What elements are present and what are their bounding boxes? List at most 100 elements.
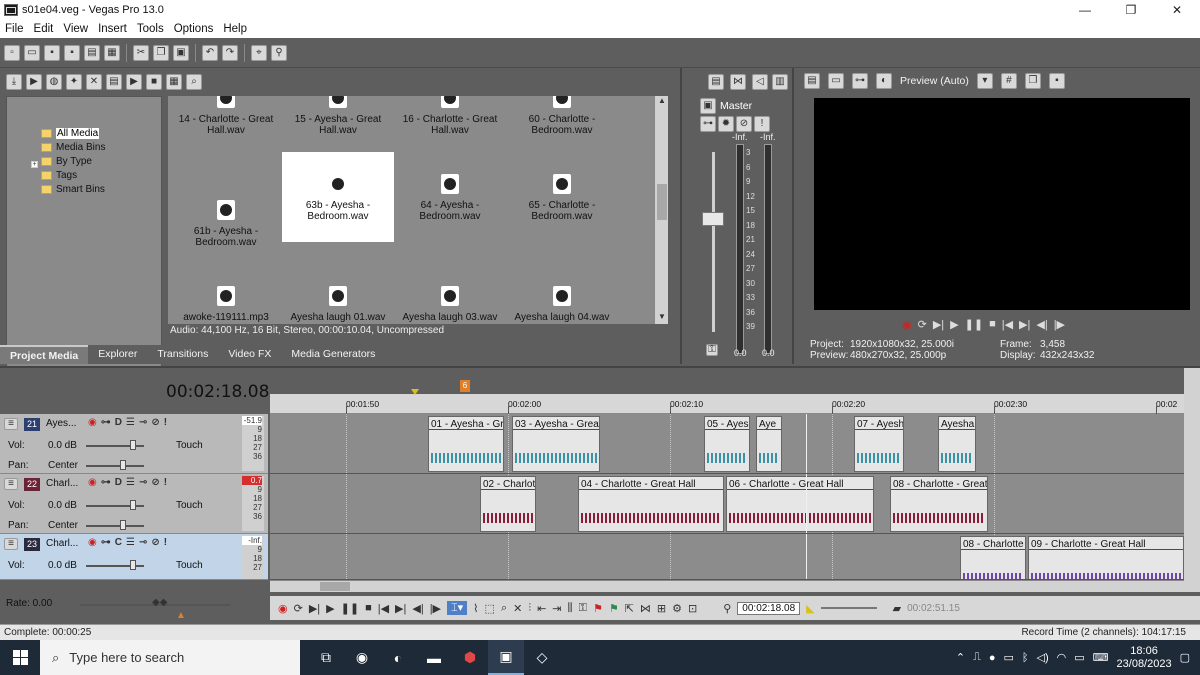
mute-icon[interactable]: ⊘ <box>151 417 159 428</box>
notifications-icon[interactable]: ▢ <box>1180 651 1190 664</box>
arm-record-icon[interactable]: ◉ <box>88 537 97 548</box>
insert-marker-icon[interactable]: ⚑ <box>593 602 603 615</box>
envelope-icon[interactable]: ⊸ <box>139 477 147 488</box>
audio-clip[interactable]: 03 - Ayesha - Great <box>512 416 600 472</box>
get-media-web-icon[interactable]: ◍ <box>46 74 62 90</box>
properties-icon[interactable]: ▦ <box>104 44 120 61</box>
media-tile[interactable]: 16 - Charlotte - Great Hall.wav <box>394 96 506 136</box>
copy-snapshot-icon[interactable]: ❐ <box>1024 73 1041 89</box>
track-lane-21[interactable]: 01 - Ayesha - Gre 03 - Ayesha - Great 05… <box>270 414 1184 474</box>
network-icon[interactable]: ▭ <box>1003 651 1013 664</box>
menu-tools[interactable]: Tools <box>132 23 169 35</box>
pause-icon[interactable]: ❚❚ <box>965 318 983 331</box>
vol-slider-handle[interactable] <box>130 440 136 450</box>
mute-icon[interactable]: ⊘ <box>151 537 159 548</box>
tree-item-smart-bins[interactable]: Smart Bins <box>41 183 105 196</box>
menu-insert[interactable]: Insert <box>93 23 132 35</box>
vegas-taskbar-icon[interactable]: ▣ <box>488 640 524 675</box>
media-tile[interactable]: awoke-119111.mp3 <box>170 264 282 323</box>
media-tile-selected[interactable]: 63b - Ayesha - Bedroom.wav <box>282 152 394 242</box>
enable-snapping-icon[interactable]: ⋈ <box>640 602 651 615</box>
auto-ripple-icon[interactable]: ⚲ <box>271 44 287 61</box>
envelope-tool-icon[interactable]: ⌇ <box>473 602 478 615</box>
bus-fx-icon[interactable]: ⊶ <box>700 116 716 132</box>
external-monitor-icon[interactable]: ▭ <box>828 73 844 89</box>
track-header-21[interactable]: ≡ 21 Ayes... ◉ ⊶ D ☰ ⊸ ⊘ ! -51.9 9 18 27 36… <box>0 414 268 474</box>
media-play-icon[interactable]: ▶ <box>126 74 142 90</box>
edge-icon[interactable]: ◐ <box>380 640 416 675</box>
tree-item-tags[interactable]: Tags <box>41 169 77 182</box>
audio-clip[interactable]: 09 - Charlotte - Great Hall <box>1028 536 1184 579</box>
search-icon[interactable]: ⌕ <box>186 74 202 90</box>
track-header-23[interactable]: ≡ 23 Charl... ◉ ⊶ C ☰ ⊸ ⊘ ! -Inf. 9 18 27 … <box>0 534 268 580</box>
playhead-cursor[interactable] <box>806 534 807 579</box>
menu-options[interactable]: Options <box>169 23 219 35</box>
go-to-end-icon[interactable]: ▶| <box>395 602 406 615</box>
solo-icon[interactable]: ⊘ <box>736 116 752 132</box>
meter-options-icon[interactable]: ▥ <box>772 74 788 90</box>
taskbar-clock[interactable]: 18:06 23/08/2023 <box>1117 645 1172 671</box>
envelope-icon[interactable]: ⊸ <box>139 417 147 428</box>
preview-fx-icon[interactable]: ⊶ <box>852 73 868 89</box>
automation-mode[interactable]: Touch <box>176 560 203 571</box>
tab-transitions[interactable]: Transitions <box>147 345 218 364</box>
media-tile[interactable]: 61b - Ayesha - Bedroom.wav <box>170 178 282 268</box>
minimize-button[interactable]: — <box>1062 0 1108 20</box>
automation-mode[interactable]: Touch <box>176 440 203 451</box>
delete-icon[interactable]: ✕ <box>513 602 522 615</box>
track-expand-icon[interactable]: ≡ <box>4 418 18 430</box>
track-expand-icon[interactable]: ≡ <box>4 538 18 550</box>
copy-icon[interactable]: ❐ <box>153 44 169 61</box>
battery-icon[interactable]: ▭ <box>1074 651 1084 664</box>
pan-slider[interactable] <box>86 525 144 527</box>
timeline-marker[interactable]: 6 <box>460 380 470 392</box>
solo-icon[interactable]: ! <box>164 537 167 548</box>
track-fx-icon[interactable]: ⊶ <box>101 477 111 488</box>
track-name[interactable]: Ayes... <box>46 418 76 429</box>
audio-clip[interactable]: 04 - Charlotte - Great Hall <box>578 476 724 532</box>
audio-clip[interactable]: 08 - Charlotte <box>960 536 1026 579</box>
tree-item-all-media[interactable]: All Media <box>41 127 100 140</box>
media-tile[interactable]: 60 - Charlotte - Bedroom.wav <box>506 96 618 136</box>
new-project-icon[interactable]: ▫ <box>4 44 20 61</box>
scroll-down-icon[interactable]: ▼ <box>655 312 669 324</box>
close-button[interactable]: ✕ <box>1154 0 1200 20</box>
trim-start-icon[interactable]: ⇤ <box>537 602 546 615</box>
chevron-down-icon[interactable]: ▾ <box>976 73 993 89</box>
redo-icon[interactable]: ↷ <box>222 44 238 61</box>
track-motion-icon[interactable]: ☰ <box>126 537 135 548</box>
wifi-icon[interactable]: ◠ <box>1057 651 1067 664</box>
track-fx-icon[interactable]: ⊶ <box>101 537 111 548</box>
selection-length-field[interactable] <box>820 607 877 609</box>
media-tile[interactable]: Ayesha laugh 01.wav <box>282 264 394 323</box>
media-tile[interactable]: 15 - Ayesha - Great Hall.wav <box>282 96 394 136</box>
media-properties-icon[interactable]: ▤ <box>106 74 122 90</box>
track-expand-icon[interactable]: ≡ <box>4 478 18 490</box>
solo-icon[interactable]: ! <box>164 477 167 488</box>
media-vertical-scrollbar[interactable]: ▲ ▼ <box>654 96 668 324</box>
media-tile[interactable]: Ayesha laugh 04.wav <box>506 264 618 323</box>
audio-clip[interactable]: 05 - Ayes <box>704 416 750 472</box>
audio-clip[interactable]: Ayesha <box>938 416 976 472</box>
loop-icon[interactable]: ⟳ <box>294 602 303 615</box>
enable-snapping-icon[interactable]: ⌖ <box>251 44 267 61</box>
audio-clip[interactable]: 06 - Charlotte - Great Hall <box>726 476 874 532</box>
views-icon[interactable]: ▦ <box>166 74 182 90</box>
tree-item-media-bins[interactable]: Media Bins <box>41 141 105 154</box>
go-to-start-icon[interactable]: |◀ <box>378 602 389 615</box>
track-header-22[interactable]: ≡ 22 Charl... ◉ ⊶ D ☰ ⊸ ⊘ ! 0.7 9 18 27 36 … <box>0 474 268 534</box>
menu-file[interactable]: File <box>0 23 29 35</box>
undo-icon[interactable]: ↶ <box>202 44 218 61</box>
play-from-start-icon[interactable]: ▶| <box>933 318 944 331</box>
pause-icon[interactable]: ❚❚ <box>341 602 359 615</box>
tree-item-by-type[interactable]: By Type <box>41 155 92 168</box>
bluetooth-icon[interactable]: ᛒ <box>1022 652 1029 664</box>
import-media-icon[interactable]: ⤓ <box>6 74 22 90</box>
prev-frame-icon[interactable]: ◀| <box>412 602 423 615</box>
track-fx-icon[interactable]: ⊶ <box>101 417 111 428</box>
insert-region-icon[interactable]: ⚑ <box>609 602 619 615</box>
cut-icon[interactable]: ✂ <box>133 44 149 61</box>
loop-region-flag[interactable] <box>411 389 419 395</box>
solo-icon[interactable]: ! <box>164 417 167 428</box>
track-letter[interactable]: D <box>115 477 122 488</box>
